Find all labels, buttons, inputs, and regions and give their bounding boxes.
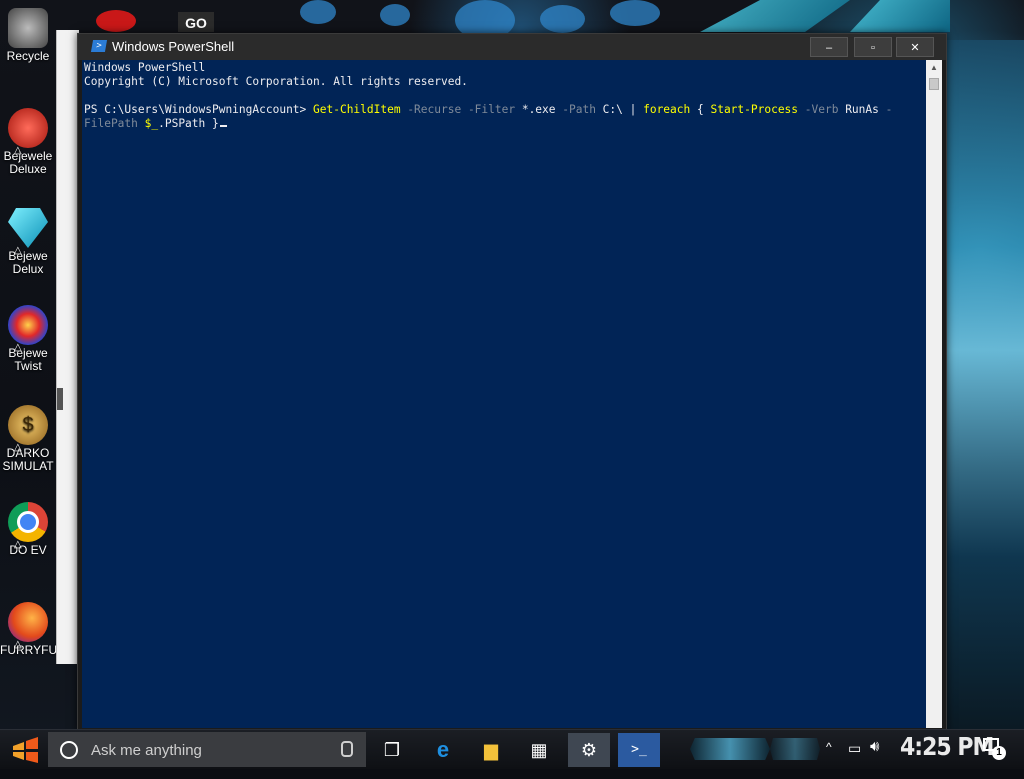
param-path: -Path bbox=[555, 103, 596, 116]
search-placeholder: Ask me anything bbox=[91, 742, 202, 759]
wallpaper-shard bbox=[850, 0, 950, 32]
value-filter: *.exe bbox=[515, 103, 556, 116]
desktop-icon-recycle[interactable]: Recycle bbox=[0, 8, 56, 63]
background-window-edge[interactable] bbox=[56, 30, 79, 664]
wallpaper-shard bbox=[700, 0, 850, 32]
cortana-search-box[interactable]: Ask me anything bbox=[48, 732, 366, 767]
chrome-icon bbox=[8, 502, 48, 542]
go-badge-label: GO bbox=[185, 15, 207, 31]
maximize-button[interactable]: ▫ bbox=[854, 37, 892, 57]
wallpaper-splash bbox=[610, 0, 660, 26]
param-filepath: FilePath bbox=[84, 117, 138, 130]
taskbar-clock[interactable]: 4:25 PM bbox=[900, 733, 994, 762]
wallpaper-splash bbox=[380, 4, 410, 26]
vertical-scrollbar[interactable]: ▲ bbox=[926, 60, 942, 728]
edge-button[interactable]: e bbox=[422, 733, 464, 767]
prompt-text: PS C:\Users\WindowsPwningAccount> bbox=[84, 103, 314, 116]
minimize-button[interactable]: – bbox=[810, 37, 848, 57]
cmdlet-start-process: Start-Process bbox=[710, 103, 799, 116]
value-verb: RunAs bbox=[838, 103, 886, 116]
cortana-icon bbox=[60, 741, 78, 759]
tray-overflow-icon[interactable]: ^ bbox=[826, 740, 832, 779]
param-dash: - bbox=[885, 103, 893, 116]
desktop-icon-label: Bejewe Twist bbox=[8, 347, 48, 373]
notification-count-badge: 1 bbox=[992, 746, 1006, 760]
settings-button[interactable]: ⚙ bbox=[568, 733, 610, 767]
file-explorer-button[interactable]: ▆ bbox=[470, 733, 512, 767]
powershell-icon: >_ bbox=[631, 742, 647, 757]
powershell-taskbar-button[interactable]: >_ bbox=[618, 733, 660, 767]
value-path: C:\ | bbox=[595, 103, 644, 116]
desktop-icon-do-ev[interactable]: △ DO EV bbox=[0, 502, 56, 557]
scroll-up-arrow-icon[interactable]: ▲ bbox=[929, 63, 939, 73]
firefox-icon bbox=[8, 602, 48, 642]
partial-red-icon bbox=[96, 10, 136, 32]
desktop-icon-bejeweled-deluxe[interactable]: △ Bejewele Deluxe bbox=[0, 108, 56, 176]
brace-open: { bbox=[690, 103, 711, 116]
close-button[interactable]: ✕ bbox=[896, 37, 934, 57]
volume-icon[interactable]: 🔊︎ bbox=[870, 738, 879, 777]
powershell-logo-icon: > bbox=[90, 40, 108, 52]
desktop-icon-label: DO EV bbox=[9, 544, 47, 557]
desktop-icon-bejeweled-twist[interactable]: △ Bejewe Twist bbox=[0, 305, 56, 373]
desktop-icon-bejeweled-diamond[interactable]: △ Bejewe Delux bbox=[0, 208, 56, 276]
bejeweled-diamond-icon bbox=[8, 208, 48, 248]
action-center-button[interactable]: 1 bbox=[983, 738, 1006, 760]
money-bag-icon: $ bbox=[8, 405, 48, 445]
desktop-icon-furryfu[interactable]: △ FURRYFU bbox=[0, 602, 56, 657]
network-icon[interactable]: ▭ bbox=[848, 740, 861, 779]
store-icon: ▦ bbox=[530, 740, 548, 760]
windows-start-icon bbox=[13, 737, 38, 763]
keyword-foreach: foreach bbox=[643, 103, 691, 116]
settings-icon: ⚙ bbox=[580, 740, 598, 760]
wallpaper-right-panel bbox=[946, 40, 1024, 730]
console-command-line: PS C:\Users\WindowsPwningAccount> Get-Ch… bbox=[84, 103, 892, 117]
background-window-marker bbox=[57, 388, 63, 410]
console-output[interactable]: Windows PowerShell Copyright (C) Microso… bbox=[82, 60, 926, 728]
bejeweled-2-icon bbox=[8, 108, 48, 148]
console-command-wrap-line: FilePath $_.PSPath } bbox=[84, 117, 227, 131]
shortcut-arrow-icon: △ bbox=[14, 639, 22, 650]
task-view-icon: ❐ bbox=[383, 740, 401, 760]
cmdlet-get-childitem: Get-ChildItem bbox=[313, 103, 401, 116]
taskbar-decoration bbox=[690, 738, 770, 760]
property-pspath: .PSPath } bbox=[158, 117, 219, 130]
bejeweled-twist-icon bbox=[8, 305, 48, 345]
console-copyright-line: Copyright (C) Microsoft Corporation. All… bbox=[84, 75, 468, 88]
desktop-icon-label: DARKO SIMULAT bbox=[2, 447, 54, 473]
go-badge-icon: GO bbox=[178, 12, 214, 32]
recycle-bin-icon bbox=[8, 8, 48, 48]
wallpaper-splash bbox=[540, 5, 585, 33]
desktop-icon-label: Recycle bbox=[6, 50, 50, 63]
desktop-icon-label: Bejewele Deluxe bbox=[3, 150, 53, 176]
console-header-line: Windows PowerShell bbox=[84, 61, 206, 74]
title-bar[interactable]: > Windows PowerShell – ▫ ✕ bbox=[78, 34, 946, 60]
desktop-icon-label: Bejewe Delux bbox=[8, 250, 48, 276]
variable-pipeline: $_ bbox=[137, 117, 159, 130]
store-button[interactable]: ▦ bbox=[518, 733, 560, 767]
shortcut-arrow-icon: △ bbox=[14, 245, 22, 256]
shortcut-arrow-icon: △ bbox=[14, 342, 22, 353]
desktop-icon-darko[interactable]: $ △ DARKO SIMULAT bbox=[0, 405, 56, 473]
scrollbar-thumb[interactable] bbox=[929, 78, 939, 90]
microphone-icon[interactable] bbox=[341, 741, 353, 757]
text-cursor bbox=[219, 125, 227, 127]
param-verb: -Verb bbox=[798, 103, 839, 116]
taskbar-decoration bbox=[770, 738, 820, 760]
shortcut-arrow-icon: △ bbox=[14, 145, 22, 156]
desktop-icon-label: FURRYFU bbox=[0, 644, 56, 657]
powershell-window[interactable]: > Windows PowerShell – ▫ ✕ Windows Power… bbox=[77, 33, 947, 732]
wallpaper-splash bbox=[300, 0, 336, 24]
task-view-button[interactable]: ❐ bbox=[371, 733, 413, 767]
param-filter: -Filter bbox=[461, 103, 516, 116]
file-explorer-icon: ▆ bbox=[484, 740, 498, 760]
param-recurse: -Recurse bbox=[400, 103, 462, 116]
chrome-center bbox=[17, 511, 39, 533]
shortcut-arrow-icon: △ bbox=[14, 539, 22, 550]
shortcut-arrow-icon: △ bbox=[14, 442, 22, 453]
start-button[interactable] bbox=[10, 736, 40, 764]
window-title: Windows PowerShell bbox=[112, 39, 235, 54]
edge-icon: e bbox=[436, 737, 450, 762]
taskbar: Ask me anything ❐ e ▆ ▦ ⚙ >_ ^ ▭ 🔊︎ 4:25… bbox=[0, 729, 1024, 769]
